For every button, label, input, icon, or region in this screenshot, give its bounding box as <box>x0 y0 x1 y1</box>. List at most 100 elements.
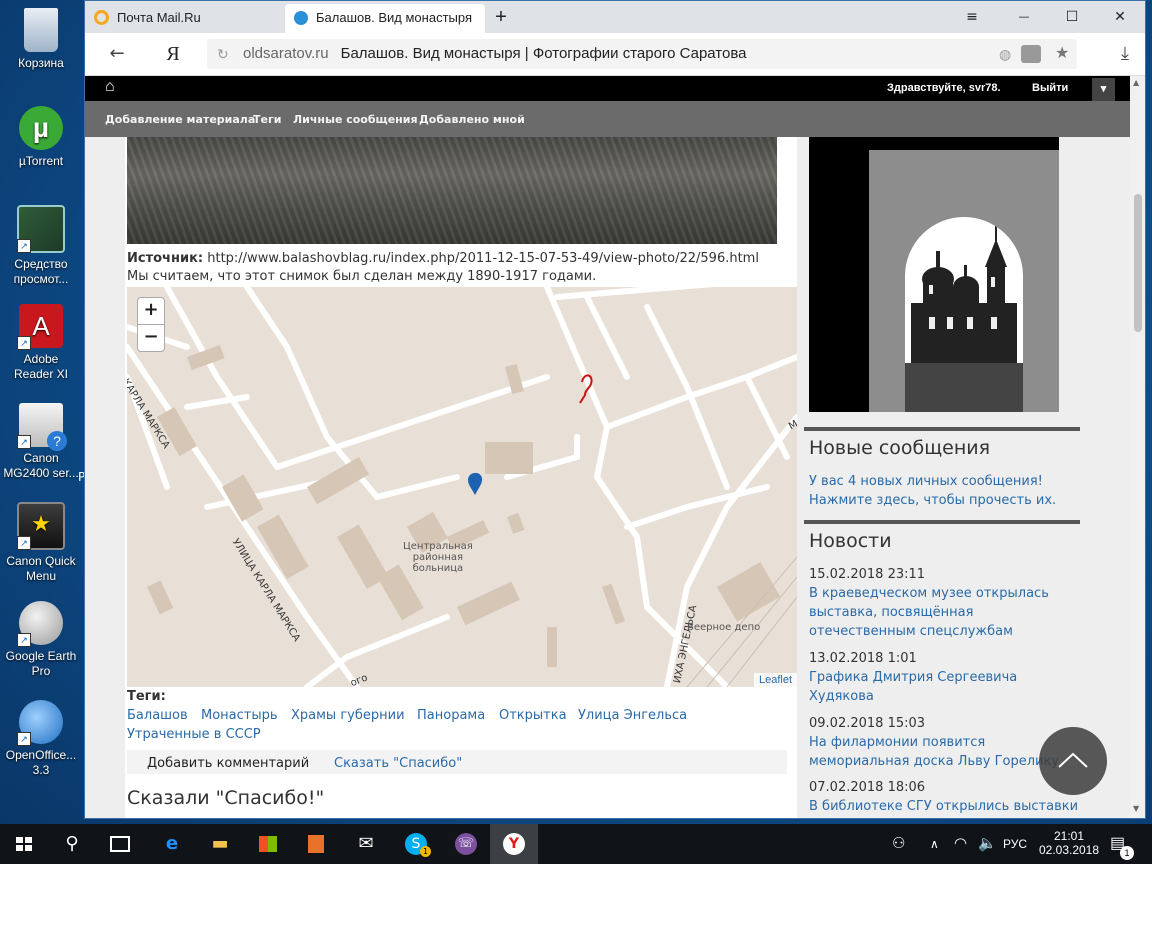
nav-messages[interactable]: Личные сообщения <box>293 113 418 126</box>
news-link[interactable]: отечественным спецслужбам <box>809 624 1013 639</box>
clock[interactable]: 21:01 02.03.2018 <box>1038 824 1100 864</box>
downloads-button[interactable]: ⤓ <box>1111 41 1139 67</box>
scroll-thumb[interactable] <box>1134 194 1142 332</box>
volume-icon[interactable]: 🔈 <box>978 824 997 864</box>
taskbar: ⚲ e ▬ ✉ S 1 ☏ Y ⚇ ∧ ◠ 🔈 РУС 21:01 02.03.… <box>0 824 1152 864</box>
tag-link[interactable]: Улица Энгельса <box>578 708 687 723</box>
start-button[interactable] <box>0 824 48 864</box>
reload-icon[interactable]: ↻ <box>217 39 229 69</box>
desktop-icon-canon-mg[interactable]: ? ↗ Canon MG2400 ser... <box>2 403 80 481</box>
news-link[interactable]: мемориальная доска Льву Горелику <box>809 754 1059 769</box>
new-tab-button[interactable]: + <box>489 4 513 33</box>
news-link[interactable]: В краеведческом музее открылась <box>809 586 1049 601</box>
desktop-icon-openoffice[interactable]: ↗ OpenOffice... 3.3 <box>2 700 80 778</box>
back-button[interactable]: ← <box>103 41 131 67</box>
arrow-left-icon: ← <box>109 43 125 64</box>
yandex-button[interactable]: Я <box>159 41 187 67</box>
chevron-up-icon[interactable]: ∧ <box>930 824 939 864</box>
notification-badge: 1 <box>1120 846 1134 860</box>
desktop: Корзина µ µTorrent ↗ Средство просмот...… <box>0 0 1152 864</box>
mail-button[interactable]: ✉ <box>342 824 390 864</box>
tag-link[interactable]: Монастырь <box>201 708 278 723</box>
dropdown-toggle[interactable]: ▾ <box>1092 78 1115 101</box>
zoom-out-button[interactable]: − <box>137 324 165 352</box>
hospital-label-line: Центральная <box>403 541 473 552</box>
map-marker[interactable] <box>468 472 483 495</box>
home-icon[interactable]: ⌂ <box>105 78 115 96</box>
tab-mail[interactable]: Почта Mail.Ru <box>85 4 285 33</box>
page-scrollbar[interactable]: ▲ ▼ <box>1130 76 1145 818</box>
tag-link[interactable]: Панорама <box>417 708 485 723</box>
task-view-button[interactable] <box>96 824 144 864</box>
news-link[interactable]: выставка, посвящённая <box>809 605 973 620</box>
nav-add-material[interactable]: Добавление материала <box>105 113 255 126</box>
store-button[interactable] <box>244 824 292 864</box>
desktop-icon-canon-quick-menu[interactable]: ★ ↗ Canon Quick Menu <box>2 502 80 584</box>
tag-link[interactable]: Утраченные в СССР <box>127 727 261 742</box>
logout-link[interactable]: Выйти <box>1032 82 1068 94</box>
bookmark-star-icon[interactable]: ★ <box>1055 39 1069 69</box>
browser-window: Почта Mail.Ru Балашов. Вид монастыря + ≡… <box>84 0 1146 819</box>
leaflet-attribution[interactable]: Leaflet <box>753 673 797 687</box>
scroll-to-top-button[interactable] <box>1039 727 1107 795</box>
skype-button[interactable]: S 1 <box>392 824 440 864</box>
news-link[interactable]: Графика Дмитрия Сергеевича <box>809 670 1017 685</box>
zoom-in-button[interactable]: + <box>137 297 165 325</box>
mail-icon: ✉ <box>358 833 374 854</box>
tag-link[interactable]: Открытка <box>499 708 567 723</box>
add-comment-link[interactable]: Добавить комментарий <box>147 756 309 771</box>
map-view[interactable]: + − КАРЛА МАРКСА УЛИЦА КАРЛА МАРКСА ИХА … <box>127 287 797 687</box>
task-view-icon <box>110 836 130 852</box>
nav-added-by-me[interactable]: Добавлено мной <box>419 113 525 126</box>
desktop-icon-label: Canon <box>23 451 59 465</box>
wifi-icon[interactable]: ◠ <box>954 824 967 864</box>
desktop-icon-label: Google Earth <box>5 649 77 663</box>
desktop-icon-google-earth[interactable]: ↗ Google Earth Pro <box>2 601 80 679</box>
edge-button[interactable]: e <box>148 824 196 864</box>
tab-balashov[interactable]: Балашов. Вид монастыря <box>285 4 485 33</box>
photo-image[interactable] <box>127 137 777 244</box>
search-button[interactable]: ⚲ <box>48 824 96 864</box>
depot-label: Веерное депо <box>687 622 761 633</box>
minimize-button[interactable]: — <box>1009 6 1039 28</box>
yandex-browser-button[interactable]: Y <box>490 824 538 864</box>
new-messages-text[interactable]: У вас 4 новых личных сообщения! <box>809 474 1043 489</box>
nav-tags[interactable]: Теги <box>253 113 281 126</box>
viber-button[interactable]: ☏ <box>442 824 490 864</box>
sidebar-photo[interactable] <box>809 137 1059 412</box>
greeting: Здравствуйте, svr78. <box>887 82 1001 94</box>
wifi-protect-icon[interactable] <box>1021 45 1041 63</box>
username[interactable]: svr78. <box>969 82 1001 94</box>
mail-ru-icon <box>94 10 109 26</box>
desktop-icon-label: µTorrent <box>18 154 64 168</box>
clock-date: 02.03.2018 <box>1038 843 1100 857</box>
source-url[interactable]: http://www.balashovblag.ru/index.php/201… <box>207 251 759 266</box>
desktop-icon-recycle-bin[interactable]: Корзина <box>2 8 80 71</box>
news-link[interactable]: На филармонии появится <box>809 735 985 750</box>
read-messages-link[interactable]: Нажмите здесь, чтобы прочесть их. <box>809 493 1056 508</box>
desktop-icon-viewer[interactable]: ↗ Средство просмот... <box>2 205 80 287</box>
desktop-icon-adobe-reader[interactable]: A ↗ Adobe Reader XI <box>2 304 80 382</box>
scroll-up-icon[interactable]: ▲ <box>1133 78 1139 87</box>
desktop-icon-utorrent[interactable]: µ µTorrent <box>2 106 80 169</box>
web-page: Источник: http://www.balashovblag.ru/ind… <box>85 76 1130 818</box>
media-button[interactable] <box>292 824 340 864</box>
globe-icon[interactable]: ◍ <box>999 39 1011 69</box>
people-icon[interactable]: ⚇ <box>892 824 905 864</box>
url-field[interactable]: ↻ oldsaratov.ru Балашов. Вид монастыря | … <box>207 39 1077 69</box>
windows-logo-icon <box>16 837 32 851</box>
language-indicator[interactable]: РУС <box>1003 824 1027 864</box>
tag-link[interactable]: Храмы губернии <box>291 708 405 723</box>
news-link[interactable]: В библиотеке СГУ открылись выставки <box>809 799 1078 814</box>
search-icon: ⚲ <box>65 833 79 854</box>
browser-menu-button[interactable]: ≡ <box>957 6 987 28</box>
tag-link[interactable]: Балашов <box>127 708 188 723</box>
date-note: Мы считаем, что этот снимок был сделан м… <box>127 269 597 284</box>
explorer-button[interactable]: ▬ <box>196 824 244 864</box>
say-thanks-link[interactable]: Сказать "Спасибо" <box>334 756 462 771</box>
news-link[interactable]: Худякова <box>809 689 874 704</box>
scroll-down-icon[interactable]: ▼ <box>1133 804 1139 813</box>
close-button[interactable]: ✕ <box>1105 6 1135 28</box>
desktop-icon-label: Menu <box>25 569 57 583</box>
maximize-button[interactable]: ☐ <box>1057 6 1087 28</box>
